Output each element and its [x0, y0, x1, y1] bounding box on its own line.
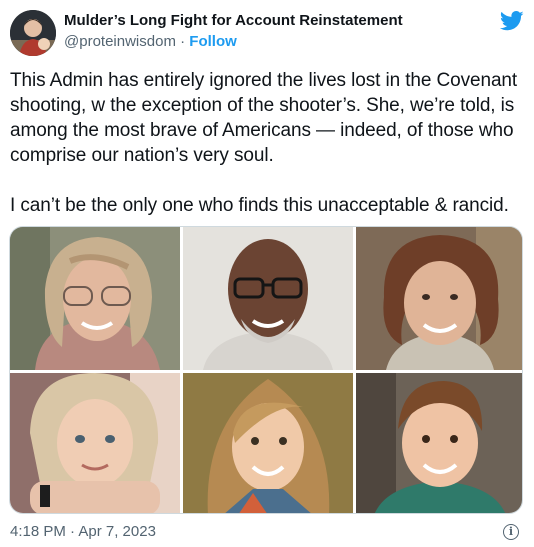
- photo-3[interactable]: [356, 227, 522, 370]
- author-handle[interactable]: @proteinwisdom: [64, 33, 176, 50]
- photo-4[interactable]: [10, 373, 180, 513]
- photo-6[interactable]: [356, 373, 522, 513]
- tweet-text: This Admin has entirely ignored the live…: [10, 68, 530, 218]
- media-grid: [9, 226, 523, 514]
- photo-5[interactable]: [183, 373, 353, 513]
- separator-dot: ·: [180, 33, 190, 50]
- tweet-card: Mulder’s Long Fight for Account Reinstat…: [0, 0, 534, 547]
- follow-button[interactable]: Follow: [189, 33, 237, 50]
- tweet-timestamp[interactable]: 4:18 PM · Apr 7, 2023: [10, 523, 156, 540]
- author-handle-row: @proteinwisdom · Follow: [64, 33, 237, 50]
- tweet-paragraph: I can’t be the only one who finds this u…: [10, 195, 509, 216]
- author-display-name[interactable]: Mulder’s Long Fight for Account Reinstat…: [64, 12, 403, 29]
- twitter-bird-icon[interactable]: [500, 11, 524, 31]
- info-icon[interactable]: i: [503, 524, 519, 540]
- tweet-paragraph: This Admin has entirely ignored the live…: [10, 70, 518, 166]
- photo-2[interactable]: [183, 227, 353, 370]
- author-avatar[interactable]: [10, 10, 56, 56]
- photo-1[interactable]: [10, 227, 180, 370]
